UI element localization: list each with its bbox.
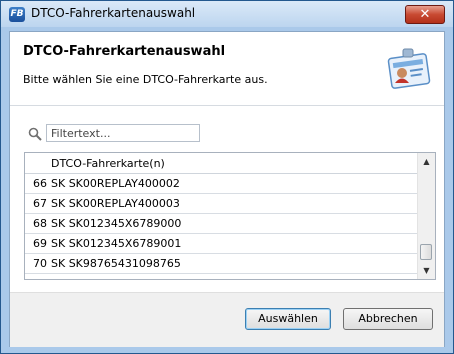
dialog-client-area: DTCO-Fahrerkartenauswahl Bitte wählen Si… <box>9 31 445 347</box>
row-value: SK SK00REPLAY400002 <box>51 177 180 190</box>
cancel-button[interactable]: Abbrechen <box>343 308 433 330</box>
dialog-window: FB DTCO-Fahrerkartenauswahl ✕ DTCO-Fahre… <box>0 0 454 354</box>
dialog-header: DTCO-Fahrerkartenauswahl Bitte wählen Si… <box>10 32 444 106</box>
row-number: 69 <box>33 237 47 250</box>
list-item[interactable]: 67 SK SK00REPLAY400003 <box>25 194 417 214</box>
driver-card-icon <box>387 48 431 89</box>
dialog-footer: Auswählen Abbrechen <box>10 292 444 347</box>
select-button[interactable]: Auswählen <box>245 308 331 330</box>
row-value: SK SK012345X6789001 <box>51 237 182 250</box>
row-number: 68 <box>33 217 47 230</box>
column-header-label: DTCO-Fahrerkarte(n) <box>51 157 165 170</box>
row-number: 70 <box>33 257 47 270</box>
list-item[interactable]: 66 SK SK00REPLAY400002 <box>25 174 417 194</box>
list-item[interactable]: 69 SK SK012345X6789001 <box>25 234 417 254</box>
header-subtitle: Bitte wählen Sie eine DTCO-Fahrerkarte a… <box>23 73 268 86</box>
app-icon: FB <box>9 7 25 22</box>
title-bar[interactable]: FB DTCO-Fahrerkartenauswahl ✕ <box>1 1 453 27</box>
scroll-up-icon[interactable]: ▲ <box>418 153 435 170</box>
filter-input[interactable] <box>46 124 200 142</box>
close-button[interactable]: ✕ <box>405 5 445 24</box>
list-item[interactable]: 70 SK SK98765431098765 <box>25 254 417 274</box>
card-list[interactable]: DTCO-Fahrerkarte(n) 66 SK SK00REPLAY4000… <box>24 152 436 280</box>
row-value: SK SK98765431098765 <box>51 257 181 270</box>
row-number: 66 <box>33 177 47 190</box>
scroll-thumb[interactable] <box>420 244 432 260</box>
header-title: DTCO-Fahrerkartenauswahl <box>23 44 226 59</box>
magnifier-icon <box>28 127 42 141</box>
row-value: SK SK012345X6789000 <box>51 217 182 230</box>
scroll-down-icon[interactable]: ▼ <box>418 262 435 279</box>
vertical-scrollbar[interactable]: ▲ ▼ <box>417 153 435 279</box>
window-title: DTCO-Fahrerkartenauswahl <box>31 6 196 20</box>
row-value: SK SK00REPLAY400003 <box>51 197 180 210</box>
row-number: 67 <box>33 197 47 210</box>
list-item[interactable]: 68 SK SK012345X6789000 <box>25 214 417 234</box>
list-column-header[interactable]: DTCO-Fahrerkarte(n) <box>25 153 417 174</box>
